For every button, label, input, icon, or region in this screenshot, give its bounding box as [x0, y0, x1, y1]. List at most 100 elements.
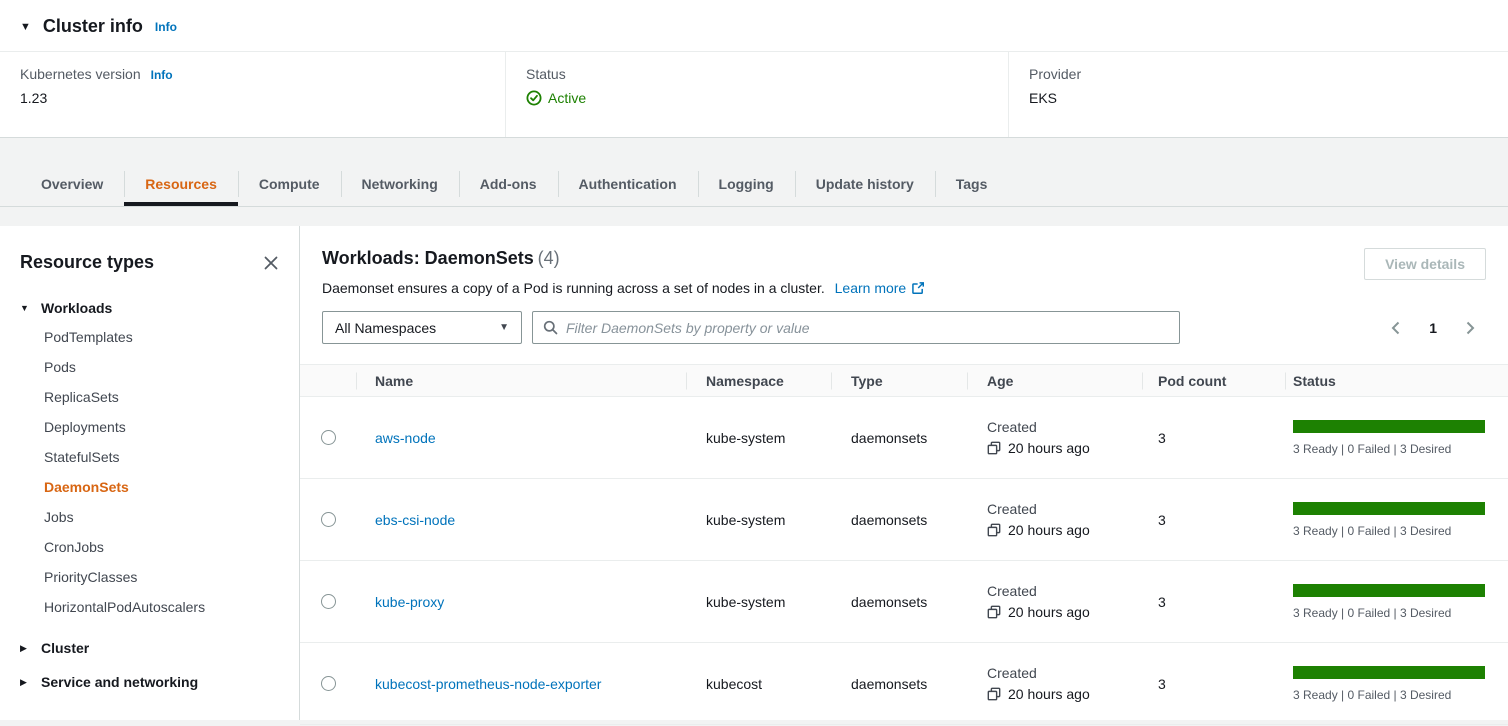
sidebar-item-deployments[interactable]: Deployments	[44, 412, 279, 442]
tab-update-history[interactable]: Update history	[795, 162, 935, 206]
previous-page-icon[interactable]	[1388, 320, 1404, 336]
age-value: 20 hours ago	[1008, 522, 1090, 538]
daemonset-name-link[interactable]: ebs-csi-node	[375, 512, 455, 528]
table-row: kube-proxy kube-system daemonsets Create…	[300, 561, 1508, 643]
kubernetes-version-value: 1.23	[20, 90, 485, 106]
cell-type: daemonsets	[831, 643, 967, 724]
tab-authentication[interactable]: Authentication	[558, 162, 698, 206]
column-header-namespace[interactable]: Namespace	[686, 365, 831, 396]
column-header-type[interactable]: Type	[831, 365, 967, 396]
cell-namespace: kube-system	[686, 561, 831, 642]
row-radio-button[interactable]	[321, 594, 336, 609]
cell-age: Created 20 hours ago	[967, 479, 1142, 560]
age-created-label: Created	[987, 501, 1037, 517]
tab-compute[interactable]: Compute	[238, 162, 341, 206]
copy-icon[interactable]	[987, 687, 1001, 701]
cell-pod-count: 3	[1142, 561, 1285, 642]
status-label: Status	[526, 66, 566, 82]
dropdown-arrow-icon: ▼	[499, 322, 509, 333]
tab-resources[interactable]: Resources	[124, 162, 238, 206]
cluster-tabs: Overview Resources Compute Networking Ad…	[0, 162, 1508, 207]
close-icon[interactable]	[263, 255, 279, 271]
cell-namespace: kube-system	[686, 479, 831, 560]
panel-title: Workloads: DaemonSets	[322, 248, 534, 268]
sidebar-item-replicasets[interactable]: ReplicaSets	[44, 382, 279, 412]
cell-status: 3 Ready | 0 Failed | 3 Desired	[1285, 561, 1508, 642]
chevron-down-icon: ▼	[20, 303, 30, 313]
sidebar-group-workloads[interactable]: ▼ Workloads	[20, 300, 279, 316]
tab-tags[interactable]: Tags	[935, 162, 1009, 206]
sidebar-group-cluster-label: Cluster	[41, 640, 89, 656]
status-text: 3 Ready | 0 Failed | 3 Desired	[1293, 524, 1485, 538]
daemonsets-panel: Workloads: DaemonSets (4) Daemonset ensu…	[300, 226, 1508, 720]
cell-age: Created 20 hours ago	[967, 397, 1142, 478]
sidebar-item-statefulsets[interactable]: StatefulSets	[44, 442, 279, 472]
daemonsets-table: Name Namespace Type Age Pod count Status…	[300, 364, 1508, 725]
status-ready-bar	[1293, 420, 1485, 433]
sidebar-group-service-and-networking[interactable]: ▶ Service and networking	[20, 674, 279, 690]
daemonset-search-box	[532, 311, 1180, 344]
column-header-name[interactable]: Name	[356, 365, 686, 396]
sidebar-item-podtemplates[interactable]: PodTemplates	[44, 322, 279, 352]
resources-content: Resource types ▼ Workloads PodTemplates …	[0, 226, 1508, 720]
sidebar-group-cluster[interactable]: ▶ Cluster	[20, 640, 279, 656]
age-created-label: Created	[987, 665, 1037, 681]
status-text: 3 Ready | 0 Failed | 3 Desired	[1293, 688, 1485, 702]
page-number[interactable]: 1	[1429, 320, 1437, 336]
workloads-item-list: PodTemplates Pods ReplicaSets Deployment…	[20, 322, 279, 622]
pagination: 1	[1388, 320, 1486, 336]
provider-value: EKS	[1029, 90, 1488, 106]
sidebar-group-service-networking-label: Service and networking	[41, 674, 198, 690]
tab-add-ons[interactable]: Add-ons	[459, 162, 558, 206]
age-value: 20 hours ago	[1008, 440, 1090, 456]
kubernetes-version-field: Kubernetes version Info 1.23	[0, 52, 505, 137]
cell-type: daemonsets	[831, 561, 967, 642]
copy-icon[interactable]	[987, 605, 1001, 619]
status-text: 3 Ready | 0 Failed | 3 Desired	[1293, 606, 1485, 620]
cluster-info-body: Kubernetes version Info 1.23 Status Acti…	[0, 52, 1508, 137]
cell-namespace: kube-system	[686, 397, 831, 478]
learn-more-link[interactable]: Learn more	[835, 280, 926, 296]
view-details-button[interactable]: View details	[1364, 248, 1486, 280]
resource-types-sidebar: Resource types ▼ Workloads PodTemplates …	[0, 226, 300, 720]
cell-status: 3 Ready | 0 Failed | 3 Desired	[1285, 643, 1508, 724]
tab-logging[interactable]: Logging	[698, 162, 795, 206]
cell-namespace: kubecost	[686, 643, 831, 724]
status-value: Active	[548, 90, 586, 106]
kubernetes-version-info-link[interactable]: Info	[151, 68, 173, 82]
cell-status: 3 Ready | 0 Failed | 3 Desired	[1285, 397, 1508, 478]
cell-type: daemonsets	[831, 397, 967, 478]
row-radio-button[interactable]	[321, 430, 336, 445]
tab-networking[interactable]: Networking	[341, 162, 459, 206]
sidebar-item-priorityclasses[interactable]: PriorityClasses	[44, 562, 279, 592]
row-radio-button[interactable]	[321, 512, 336, 527]
column-header-age[interactable]: Age	[967, 365, 1142, 396]
search-icon	[543, 320, 558, 335]
namespace-filter-value: All Namespaces	[335, 320, 436, 336]
search-input[interactable]	[566, 320, 1169, 336]
copy-icon[interactable]	[987, 523, 1001, 537]
daemonset-name-link[interactable]: aws-node	[375, 430, 436, 446]
row-radio-button[interactable]	[321, 676, 336, 691]
sidebar-item-horizontalpodautoscalers[interactable]: HorizontalPodAutoscalers	[44, 592, 279, 622]
sidebar-item-cronjobs[interactable]: CronJobs	[44, 532, 279, 562]
sidebar-group-workloads-label: Workloads	[41, 300, 112, 316]
sidebar-item-jobs[interactable]: Jobs	[44, 502, 279, 532]
next-page-icon[interactable]	[1462, 320, 1478, 336]
tab-overview[interactable]: Overview	[20, 162, 124, 206]
sidebar-item-daemonsets[interactable]: DaemonSets	[44, 472, 279, 502]
daemonset-name-link[interactable]: kubecost-prometheus-node-exporter	[375, 676, 601, 692]
namespace-filter-dropdown[interactable]: All Namespaces ▼	[322, 311, 522, 344]
age-created-label: Created	[987, 583, 1037, 599]
status-ready-bar	[1293, 584, 1485, 597]
column-header-status[interactable]: Status	[1285, 365, 1508, 396]
daemonset-name-link[interactable]: kube-proxy	[375, 594, 444, 610]
column-header-pod-count[interactable]: Pod count	[1142, 365, 1285, 396]
copy-icon[interactable]	[987, 441, 1001, 455]
cluster-info-info-link[interactable]: Info	[155, 20, 177, 34]
collapse-caret-icon[interactable]: ▼	[20, 21, 31, 33]
status-check-icon	[526, 90, 542, 106]
kubernetes-version-label: Kubernetes version	[20, 66, 141, 82]
cell-type: daemonsets	[831, 479, 967, 560]
sidebar-item-pods[interactable]: Pods	[44, 352, 279, 382]
